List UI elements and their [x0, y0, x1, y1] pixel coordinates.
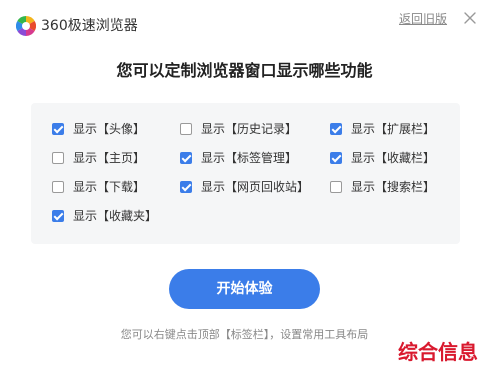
checkbox-unchecked[interactable]: [330, 181, 342, 193]
option-label: 显示【收藏栏】: [351, 151, 436, 165]
checkbox-unchecked[interactable]: [180, 123, 192, 135]
option-bookmarks-bar[interactable]: 显示【收藏栏】: [330, 149, 435, 167]
options-panel: 显示【头像】 显示【历史记录】 显示【扩展栏】 显示【主页】 显示【标签管理】 …: [31, 103, 460, 244]
option-label: 显示【历史记录】: [201, 122, 298, 136]
option-page-recycle-bin[interactable]: 显示【网页回收站】: [180, 178, 309, 196]
checkbox-checked[interactable]: [330, 123, 342, 135]
start-experience-button[interactable]: 开始体验: [169, 269, 320, 309]
page-title: 您可以定制浏览器窗口显示哪些功能: [116, 61, 373, 80]
close-icon[interactable]: [462, 10, 478, 26]
return-old-version-link[interactable]: 返回旧版: [399, 11, 447, 27]
checkbox-checked[interactable]: [330, 152, 342, 164]
option-download[interactable]: 显示【下载】: [52, 178, 145, 196]
watermark-text: 综合信息: [398, 340, 478, 364]
app-title: 360极速浏览器: [41, 18, 138, 34]
option-avatar[interactable]: 显示【头像】: [52, 120, 145, 138]
option-label: 显示【主页】: [73, 151, 146, 165]
option-label: 显示【头像】: [73, 122, 146, 136]
option-favorites[interactable]: 显示【收藏夹】: [52, 207, 157, 225]
option-label: 显示【收藏夹】: [73, 209, 158, 223]
option-label: 显示【扩展栏】: [351, 122, 436, 136]
checkbox-checked[interactable]: [180, 152, 192, 164]
browser-logo-icon: [16, 16, 36, 36]
option-home[interactable]: 显示【主页】: [52, 149, 145, 167]
checkbox-checked[interactable]: [180, 181, 192, 193]
option-history[interactable]: 显示【历史记录】: [180, 120, 297, 138]
option-label: 显示【搜索栏】: [351, 180, 436, 194]
option-extension-bar[interactable]: 显示【扩展栏】: [330, 120, 435, 138]
option-label: 显示【标签管理】: [201, 151, 298, 165]
option-label: 显示【网页回收站】: [201, 180, 310, 194]
checkbox-unchecked[interactable]: [52, 181, 64, 193]
option-tab-management[interactable]: 显示【标签管理】: [180, 149, 297, 167]
checkbox-checked[interactable]: [52, 123, 64, 135]
checkbox-checked[interactable]: [52, 210, 64, 222]
option-label: 显示【下载】: [73, 180, 146, 194]
option-search-bar[interactable]: 显示【搜索栏】: [330, 178, 435, 196]
checkbox-unchecked[interactable]: [52, 152, 64, 164]
